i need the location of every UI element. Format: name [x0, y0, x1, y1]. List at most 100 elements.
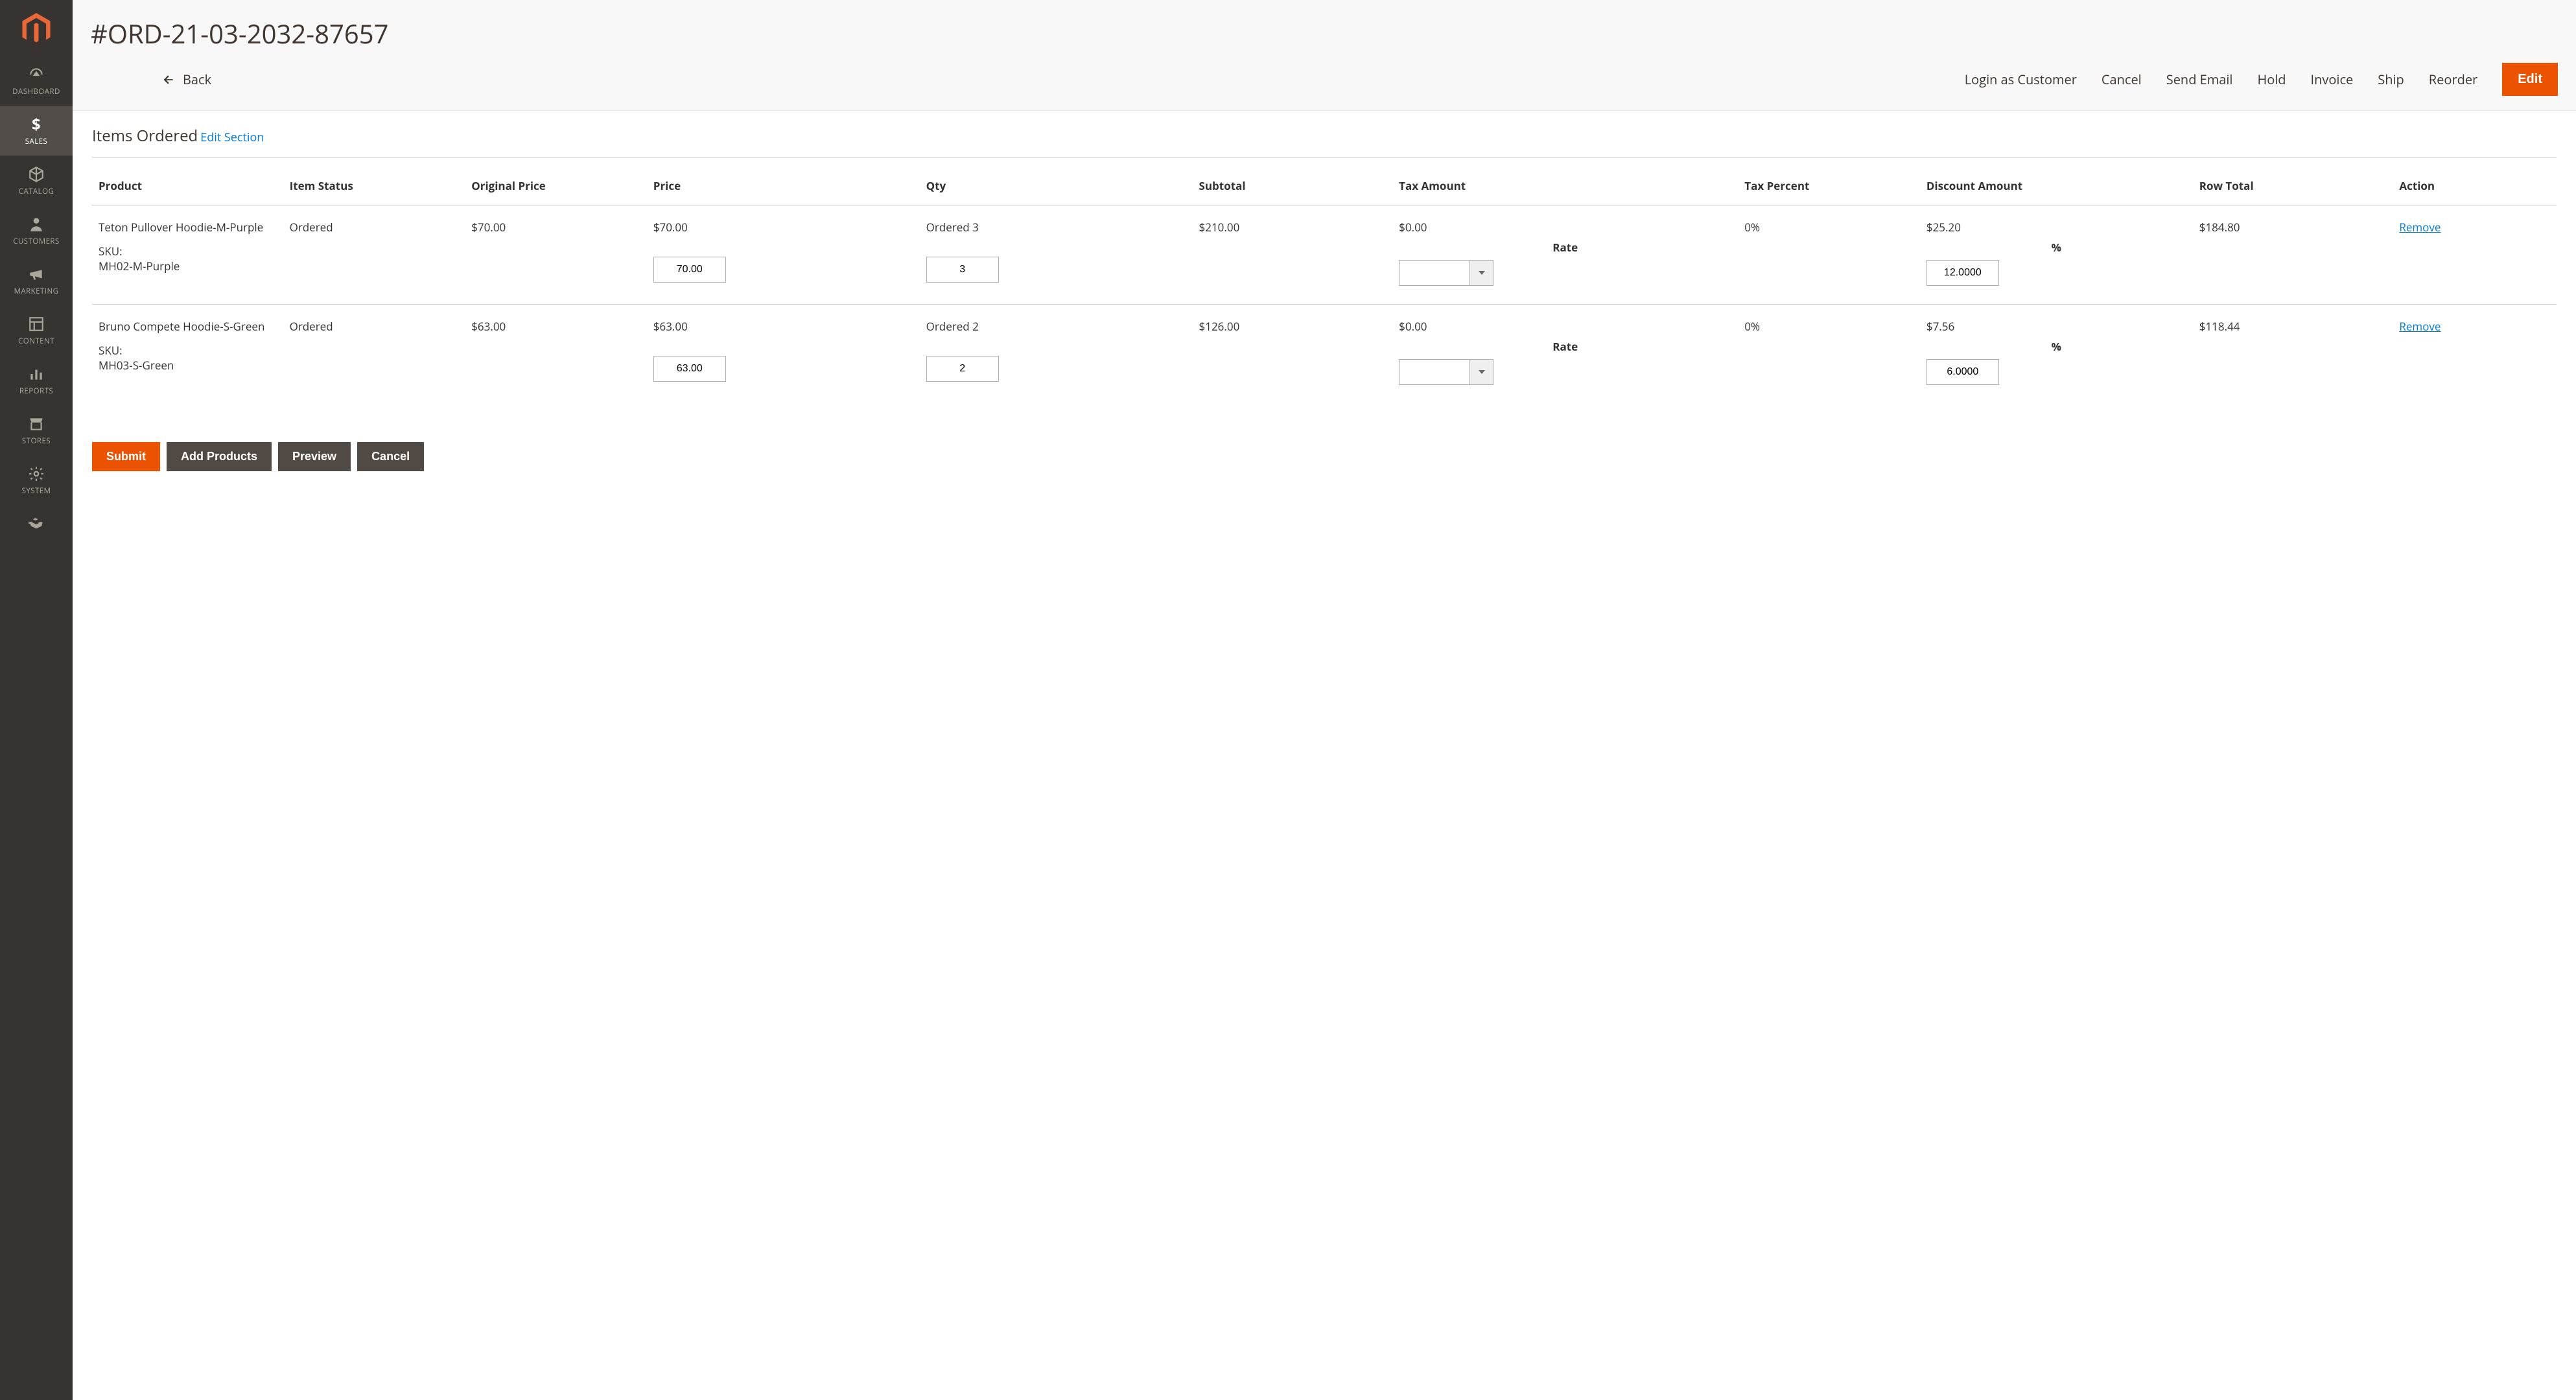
tax-rate-select[interactable] — [1399, 260, 1470, 286]
th-row-total: Row Total — [2193, 164, 2393, 205]
order-title: #ORD-21-03-2032-87657 — [91, 16, 2558, 51]
items-table: Product Item Status Original Price Price… — [92, 164, 2557, 403]
discount-display: $7.56 — [1926, 319, 2186, 334]
row-total: $118.44 — [2193, 305, 2393, 404]
nav-label: STORES — [3, 436, 70, 446]
sidebar-item-extensions[interactable] — [0, 505, 73, 539]
sidebar-item-reports[interactable]: REPORTS — [0, 355, 73, 405]
dropdown-caret[interactable] — [1470, 359, 1493, 385]
edit-button[interactable]: Edit — [2502, 63, 2558, 96]
section-title: Items Ordered — [92, 125, 198, 146]
magento-logo[interactable] — [22, 8, 51, 56]
nav-label: MARKETING — [3, 286, 70, 296]
nav-label: CUSTOMERS — [3, 237, 70, 246]
percent-label: % — [1926, 339, 2186, 354]
sidebar-item-customers[interactable]: CUSTOMERS — [0, 205, 73, 255]
item-status: Ordered — [283, 305, 465, 404]
discount-input[interactable] — [1926, 359, 1999, 385]
footer-buttons: Submit Add Products Preview Cancel — [92, 442, 2557, 471]
edit-section-link[interactable]: Edit Section — [200, 130, 264, 145]
qty-input[interactable] — [926, 356, 999, 382]
sku-prefix: SKU: — [99, 244, 277, 259]
back-button[interactable]: Back — [162, 71, 211, 88]
tax-percent: 0% — [1738, 305, 1920, 404]
sidebar-item-dashboard[interactable]: DASHBOARD — [0, 56, 73, 106]
reorder-button[interactable]: Reorder — [2429, 71, 2477, 88]
nav-label: CONTENT — [3, 336, 70, 346]
chevron-down-icon — [1479, 370, 1485, 374]
chevron-down-icon — [1479, 271, 1485, 275]
subtotal: $210.00 — [1193, 205, 1393, 305]
th-price: Price — [647, 164, 920, 205]
tax-rate-select[interactable] — [1399, 359, 1470, 385]
sidebar-item-catalog[interactable]: CATALOG — [0, 156, 73, 205]
ship-button[interactable]: Ship — [2378, 71, 2404, 88]
sidebar-item-marketing[interactable]: MARKETING — [0, 255, 73, 305]
sku-value: MH03-S-Green — [99, 358, 277, 373]
store-icon — [27, 415, 45, 432]
sidebar-item-system[interactable]: SYSTEM — [0, 455, 73, 505]
nav-label: DASHBOARD — [3, 87, 70, 97]
hold-button[interactable]: Hold — [2257, 71, 2286, 88]
sku-prefix: SKU: — [99, 343, 277, 358]
svg-text:$: $ — [32, 116, 41, 133]
original-price: $63.00 — [465, 305, 647, 404]
admin-sidebar: DASHBOARD $ SALES CATALOG CUSTOMERS MARK… — [0, 0, 73, 1400]
dropdown-caret[interactable] — [1470, 260, 1493, 286]
sidebar-item-sales[interactable]: $ SALES — [0, 106, 73, 156]
gear-icon — [27, 465, 45, 482]
tax-percent: 0% — [1738, 205, 1920, 305]
remove-link[interactable]: Remove — [2399, 220, 2441, 235]
page-header: #ORD-21-03-2032-87657 Back Login as Cust… — [73, 0, 2576, 111]
layout-icon — [27, 316, 45, 332]
cancel-button[interactable]: Cancel — [357, 442, 424, 471]
tax-amount: $0.00 — [1399, 319, 1731, 334]
cube-icon — [27, 166, 45, 183]
qty-display: Ordered 3 — [926, 220, 1186, 235]
th-subtotal: Subtotal — [1193, 164, 1393, 205]
cancel-order-button[interactable]: Cancel — [2102, 71, 2142, 88]
discount-input[interactable] — [1926, 260, 1999, 286]
submit-button[interactable]: Submit — [92, 442, 160, 471]
qty-input[interactable] — [926, 257, 999, 283]
nav-label: CATALOG — [3, 187, 70, 196]
login-as-customer-button[interactable]: Login as Customer — [1965, 71, 2077, 88]
nav-label: SYSTEM — [3, 486, 70, 496]
sidebar-item-content[interactable]: CONTENT — [0, 305, 73, 355]
subtotal: $126.00 — [1193, 305, 1393, 404]
table-row: Teton Pullover Hoodie-M-Purple SKU: MH02… — [92, 205, 2557, 305]
remove-link[interactable]: Remove — [2399, 319, 2441, 334]
original-price: $70.00 — [465, 205, 647, 305]
th-qty: Qty — [920, 164, 1193, 205]
percent-label: % — [1926, 240, 2186, 255]
nav-label: REPORTS — [3, 386, 70, 396]
preview-button[interactable]: Preview — [278, 442, 351, 471]
th-discount-amount: Discount Amount — [1920, 164, 2193, 205]
th-product: Product — [92, 164, 283, 205]
back-label: Back — [183, 71, 211, 88]
item-status: Ordered — [283, 205, 465, 305]
nav-label: SALES — [3, 137, 70, 146]
sku-value: MH02-M-Purple — [99, 259, 277, 274]
action-bar: Back Login as Customer Cancel Send Email… — [91, 63, 2558, 110]
content-area: Items Ordered Edit Section Product Item … — [73, 111, 2576, 491]
discount-display: $25.20 — [1926, 220, 2186, 235]
send-email-button[interactable]: Send Email — [2166, 71, 2233, 88]
th-tax-percent: Tax Percent — [1738, 164, 1920, 205]
magento-logo-icon — [22, 13, 51, 45]
gauge-icon — [27, 66, 45, 83]
invoice-button[interactable]: Invoice — [2311, 71, 2354, 88]
person-icon — [27, 216, 45, 233]
th-action: Action — [2393, 164, 2557, 205]
price-input[interactable] — [653, 257, 726, 283]
blocks-icon — [27, 515, 45, 532]
table-header-row: Product Item Status Original Price Price… — [92, 164, 2557, 205]
product-name: Teton Pullover Hoodie-M-Purple — [99, 220, 277, 235]
section-head: Items Ordered Edit Section — [92, 125, 2557, 158]
sidebar-item-stores[interactable]: STORES — [0, 405, 73, 455]
price-input[interactable] — [653, 356, 726, 382]
table-row: Bruno Compete Hoodie-S-Green SKU: MH03-S… — [92, 305, 2557, 404]
bar-chart-icon — [27, 366, 45, 382]
add-products-button[interactable]: Add Products — [167, 442, 272, 471]
rate-label: Rate — [1399, 339, 1731, 354]
